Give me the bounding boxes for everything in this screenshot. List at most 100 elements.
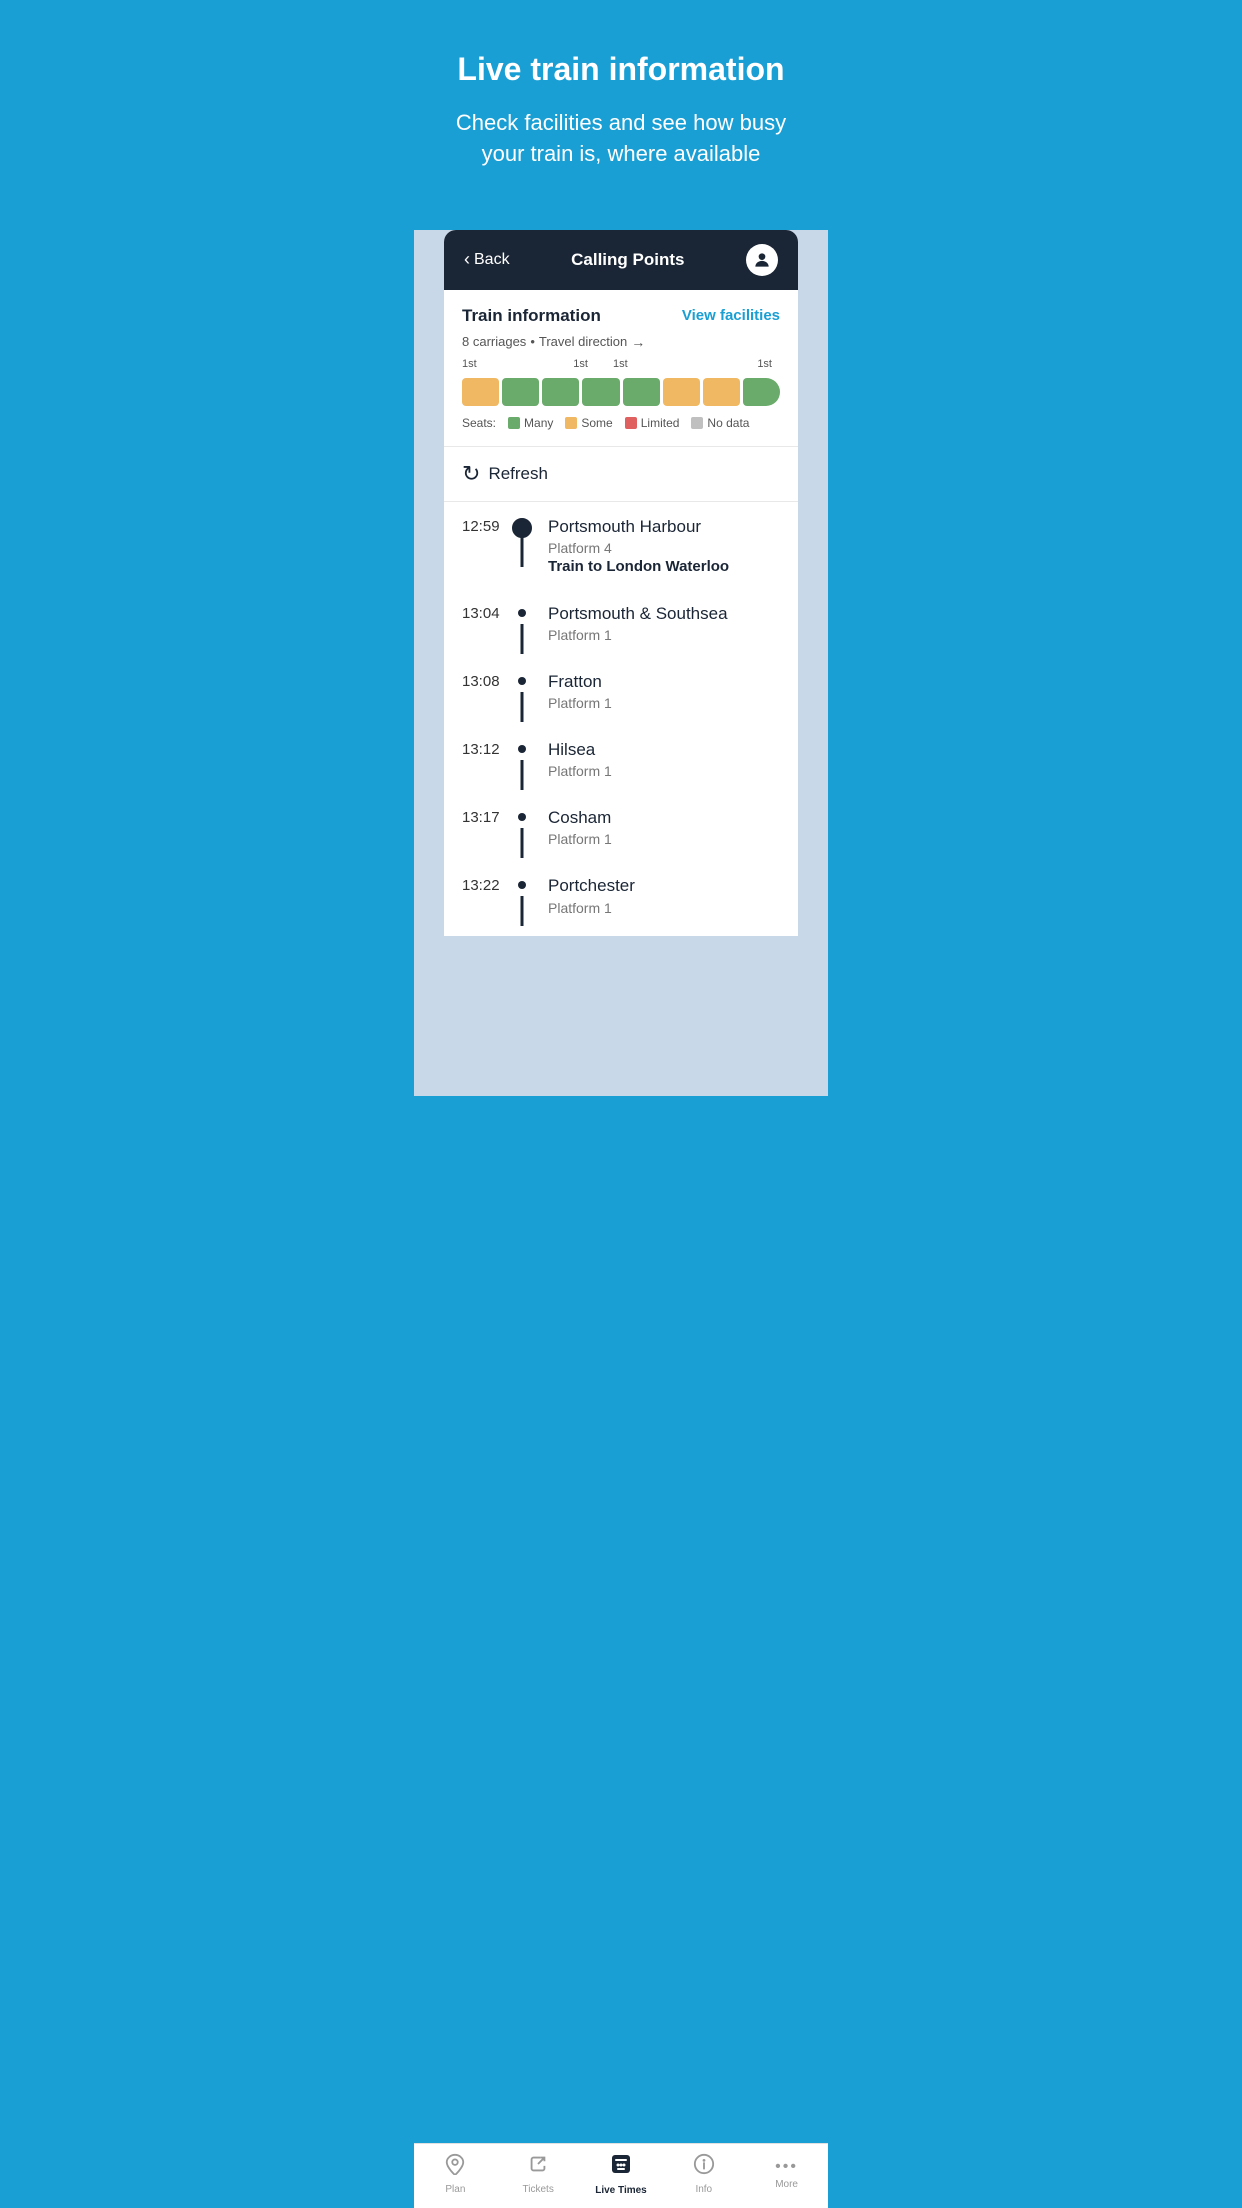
train-info-section: Train information View facilities 8 carr…	[444, 290, 798, 447]
stop-info: Cosham Platform 1	[548, 807, 780, 847]
stop-dot-tick	[518, 745, 526, 753]
stop-line	[521, 692, 524, 722]
tab-tickets[interactable]: Tickets	[497, 2153, 580, 2195]
train-info-header: Train information View facilities	[462, 306, 780, 326]
stop-line-container	[510, 875, 534, 889]
bottom-bg	[414, 936, 828, 1016]
refresh-icon: ↻	[462, 461, 480, 487]
seats-label: Seats:	[462, 416, 496, 430]
legend-many-dot	[508, 417, 520, 429]
stop-line-container	[510, 671, 534, 685]
stop-time: 13:04	[462, 603, 510, 622]
tab-bar: Plan Tickets Live Times	[414, 2143, 828, 2208]
stop-platform: Platform 1	[548, 763, 780, 779]
legend-some-dot	[565, 417, 577, 429]
stop-platform: Platform 1	[548, 900, 780, 916]
tickets-icon	[527, 2153, 549, 2181]
carriage-5	[623, 378, 660, 406]
stop-info: Fratton Platform 1	[548, 671, 780, 711]
plan-icon	[444, 2153, 466, 2181]
stop-time: 13:17	[462, 807, 510, 826]
stop-dot-tick	[518, 881, 526, 889]
stop-info: Portsmouth Harbour Platform 4 Train to L…	[548, 516, 780, 575]
stop-destination: Train to London Waterloo	[548, 558, 780, 575]
stop-line-container	[510, 516, 534, 538]
carriage-3	[542, 378, 579, 406]
stop-info: Portsmouth & Southsea Platform 1	[548, 603, 780, 643]
tab-live-times-label: Live Times	[595, 2185, 647, 2196]
stop-dot-tick	[518, 677, 526, 685]
carriage-labels: 1st 1st 1st 1st	[462, 358, 780, 374]
hero-title: Live train information	[444, 50, 798, 88]
nav-title: Calling Points	[571, 250, 684, 270]
stop-info: Portchester Platform 1	[548, 875, 780, 915]
legend-some: Some	[565, 416, 612, 430]
stop-time: 13:12	[462, 739, 510, 758]
train-info-title: Train information	[462, 306, 601, 326]
tab-plan-label: Plan	[445, 2184, 465, 2195]
stop-time: 13:08	[462, 671, 510, 690]
seats-legend: Seats: Many Some Limited No data	[462, 416, 780, 430]
tab-more[interactable]: ••• More	[745, 2158, 828, 2190]
refresh-button[interactable]: ↻ Refresh	[444, 447, 798, 502]
stop-row[interactable]: 12:59 Portsmouth Harbour Platform 4 Trai…	[444, 502, 798, 589]
stop-platform: Platform 1	[548, 831, 780, 847]
calling-points-list: 12:59 Portsmouth Harbour Platform 4 Trai…	[444, 502, 798, 936]
view-facilities-button[interactable]: View facilities	[682, 307, 780, 324]
carriage-2	[502, 378, 539, 406]
stop-name: Cosham	[548, 807, 780, 829]
stop-row[interactable]: 13:08 Fratton Platform 1	[444, 657, 798, 725]
stop-line	[521, 537, 524, 567]
stop-line	[521, 760, 524, 790]
back-button[interactable]: ‹ Back	[464, 249, 510, 270]
stop-dot-tick	[518, 609, 526, 617]
stop-name: Portsmouth Harbour	[548, 516, 780, 538]
tab-tickets-label: Tickets	[523, 2184, 554, 2195]
stop-time: 12:59	[462, 516, 510, 535]
tab-more-label: More	[775, 2179, 798, 2190]
user-icon[interactable]	[746, 244, 778, 276]
stop-dot-tick	[518, 813, 526, 821]
stop-info: Hilsea Platform 1	[548, 739, 780, 779]
stop-line-container	[510, 739, 534, 753]
more-icon: •••	[775, 2158, 798, 2176]
tab-info[interactable]: Info	[662, 2153, 745, 2195]
stop-row[interactable]: 13:17 Cosham Platform 1	[444, 793, 798, 861]
stop-dot-filled	[512, 518, 532, 538]
stop-time: 13:22	[462, 875, 510, 894]
app-frame: ‹ Back Calling Points Train information …	[444, 230, 798, 936]
carriages-row	[462, 378, 780, 406]
live-times-icon	[609, 2152, 633, 2182]
hero-section: Live train information Check facilities …	[414, 0, 828, 230]
info-icon	[693, 2153, 715, 2181]
stop-platform: Platform 1	[548, 627, 780, 643]
tab-live-times[interactable]: Live Times	[580, 2152, 663, 2196]
tab-info-label: Info	[695, 2184, 712, 2195]
legend-limited: Limited	[625, 416, 680, 430]
stop-platform: Platform 1	[548, 695, 780, 711]
nav-bar: ‹ Back Calling Points	[444, 230, 798, 290]
stop-row[interactable]: 13:22 Portchester Platform 1	[444, 861, 798, 935]
carriage-4	[582, 378, 619, 406]
stop-name: Hilsea	[548, 739, 780, 761]
refresh-label: Refresh	[488, 464, 548, 484]
legend-nodata-dot	[691, 417, 703, 429]
carriage-1	[462, 378, 499, 406]
legend-nodata: No data	[691, 416, 749, 430]
stop-row[interactable]: 13:04 Portsmouth & Southsea Platform 1	[444, 589, 798, 657]
stop-name: Portsmouth & Southsea	[548, 603, 780, 625]
back-label: Back	[474, 251, 510, 269]
back-chevron-icon: ‹	[464, 249, 470, 270]
stop-row[interactable]: 13:12 Hilsea Platform 1	[444, 725, 798, 793]
stop-platform: Platform 4	[548, 540, 780, 556]
carriage-8	[743, 378, 780, 406]
stop-line-container	[510, 603, 534, 617]
carriage-7	[703, 378, 740, 406]
carriages-info: 8 carriages • Travel direction →	[462, 334, 780, 350]
carriage-6	[663, 378, 700, 406]
direction-arrow-icon: →	[631, 334, 645, 350]
legend-many: Many	[508, 416, 553, 430]
stop-line-container	[510, 807, 534, 821]
tab-plan[interactable]: Plan	[414, 2153, 497, 2195]
stop-name: Portchester	[548, 875, 780, 897]
